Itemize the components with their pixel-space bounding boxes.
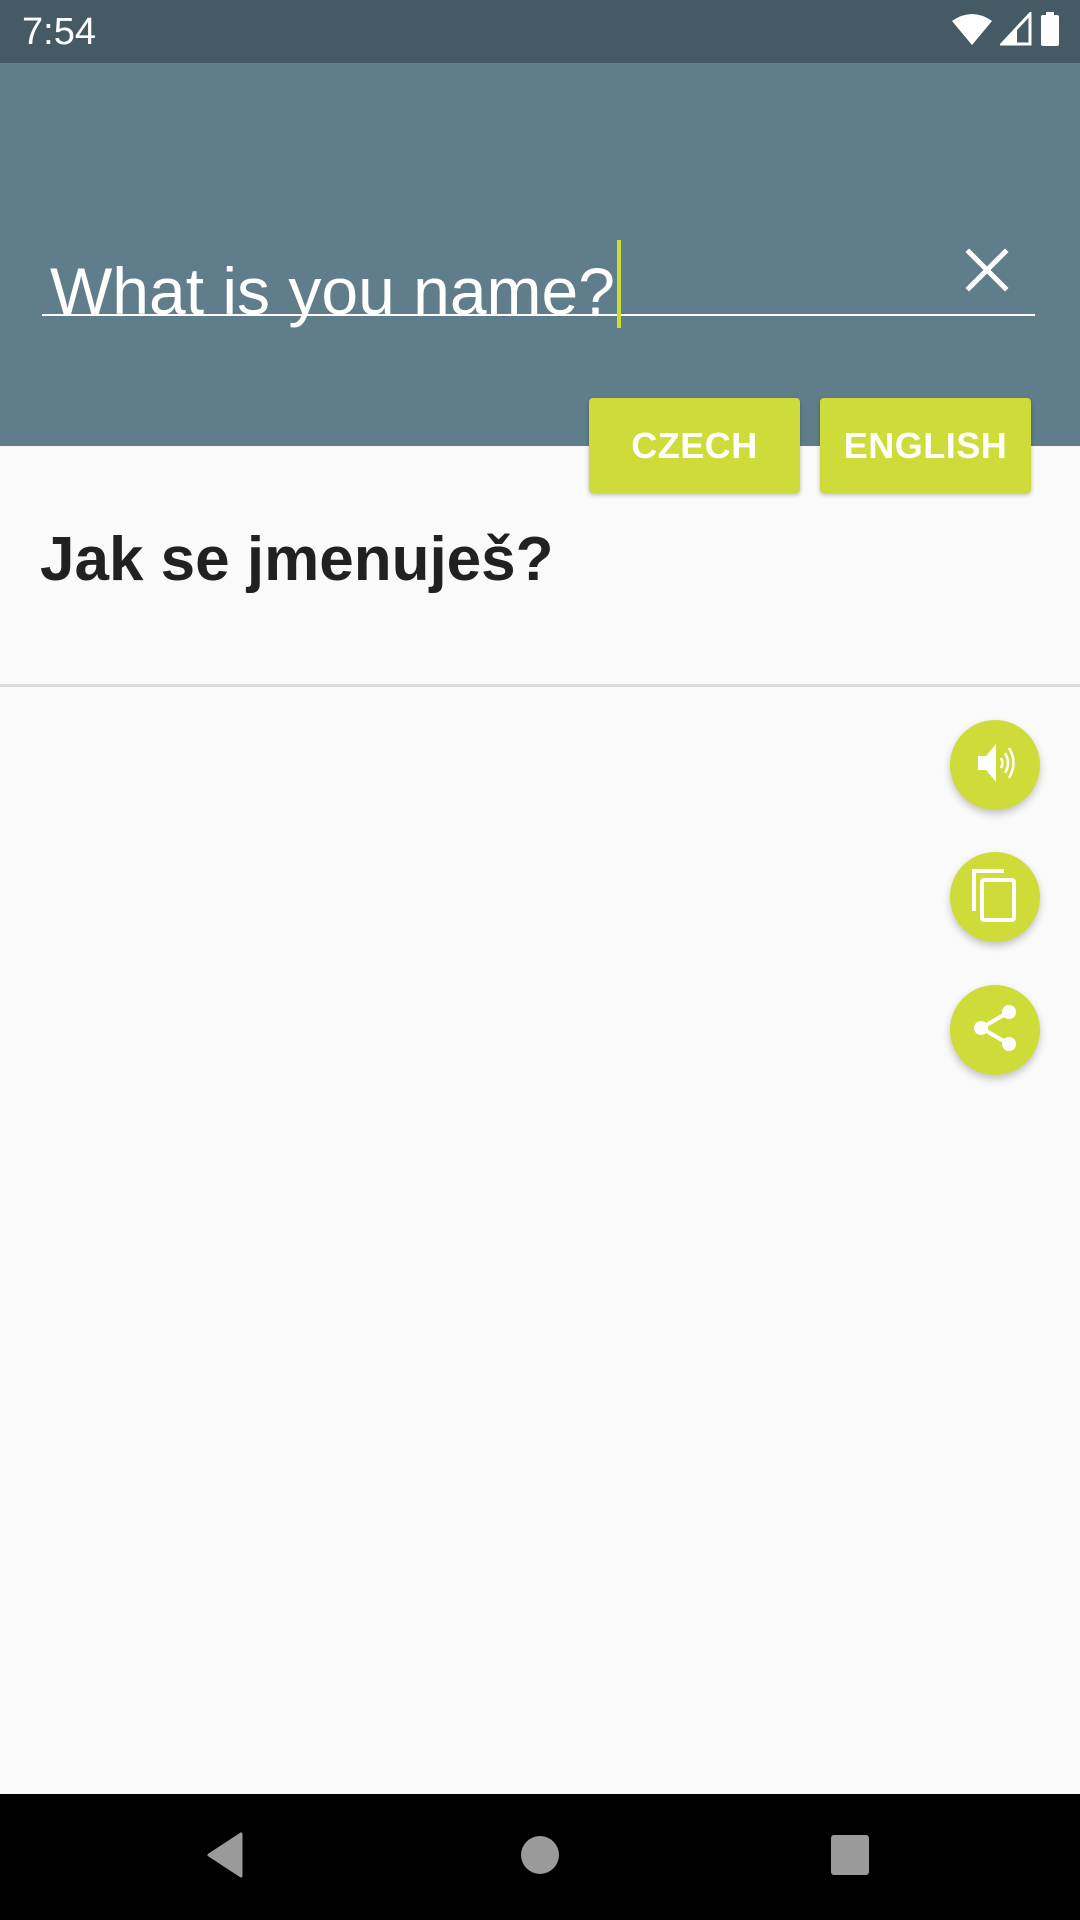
share-icon [969, 1002, 1021, 1059]
status-time: 7:54 [22, 11, 96, 53]
copy-button[interactable] [950, 852, 1040, 942]
status-bar: 7:54 [0, 0, 1080, 63]
speak-button[interactable] [950, 720, 1040, 810]
share-button[interactable] [950, 985, 1040, 1075]
system-navigation-bar [0, 1794, 1080, 1920]
source-text-input[interactable]: What is you name? [50, 240, 621, 328]
home-icon [520, 1835, 560, 1880]
target-language-button[interactable]: ENGLISH [820, 398, 1031, 493]
source-language-button[interactable]: CZECH [589, 398, 800, 493]
target-language-label: ENGLISH [843, 424, 1008, 466]
back-icon [205, 1832, 245, 1883]
source-text-field[interactable]: What is you name? [42, 210, 1035, 328]
copy-icon [970, 867, 1020, 928]
status-icons [952, 9, 1060, 51]
divider [0, 684, 1080, 687]
translation-result: Jak se jmenuješ? [40, 525, 554, 594]
nav-back-button[interactable] [190, 1822, 260, 1892]
battery-icon [1040, 11, 1060, 51]
close-icon [957, 248, 1017, 304]
recents-icon [830, 1834, 870, 1881]
source-language-label: CZECH [631, 424, 758, 466]
clear-button[interactable] [957, 240, 1017, 300]
nav-recents-button[interactable] [815, 1822, 885, 1892]
text-caret [616, 240, 621, 328]
cellular-signal-icon [998, 9, 1032, 51]
source-text-value: What is you name? [50, 254, 615, 328]
nav-home-button[interactable] [505, 1822, 575, 1892]
wifi-icon [952, 13, 992, 50]
volume-icon [972, 740, 1018, 791]
